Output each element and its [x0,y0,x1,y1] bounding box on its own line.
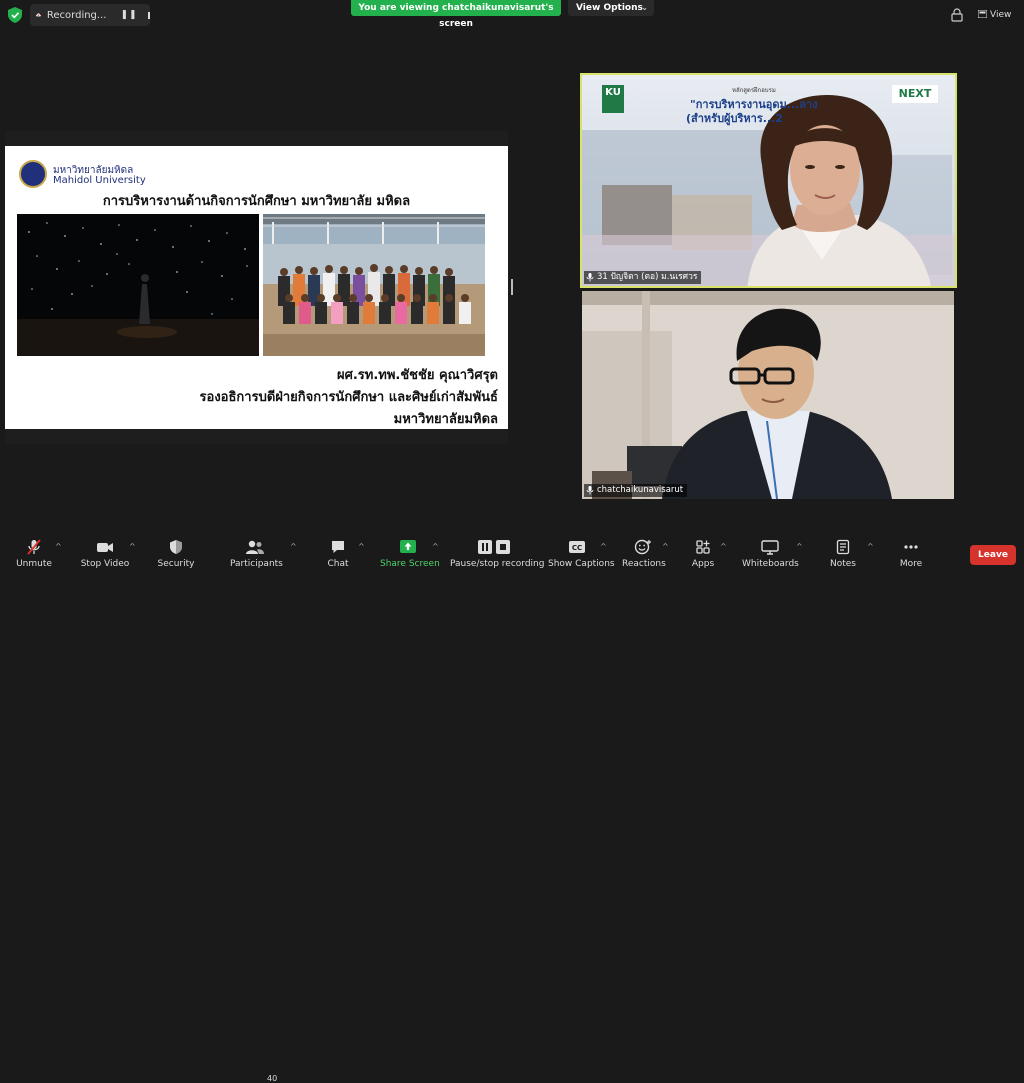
notes-label: Notes [830,559,856,569]
ku-logo-text: KU [605,87,621,98]
mahidol-logo [19,160,47,188]
encryption-icon[interactable] [950,8,964,22]
share-screen-button[interactable]: Share Screen [380,539,440,569]
captions-icon: CC [569,541,585,553]
security-button[interactable]: Security [156,539,196,569]
audio-options-caret[interactable]: ^ [55,542,62,551]
pause-recording-icon[interactable]: ❚❚ [120,10,137,20]
more-dots-icon [904,545,918,549]
security-shield-icon [170,540,182,554]
apps-icon [696,540,710,554]
presenter-role: รองอธิการบดีฝ่ายกิจการนักศึกษา และศิษย์เ… [199,390,498,405]
view-label: View [990,10,1012,20]
slide-content: มหาวิทยาลัยมหิดล Mahidol University การบ… [5,146,508,429]
show-captions-button[interactable]: CC Show Captions [548,539,615,569]
stop-video-label: Stop Video [80,559,130,569]
notes-button[interactable]: Notes [828,539,858,569]
share-screen-icon [400,540,416,553]
svg-text:CC: CC [572,544,582,552]
participants-icon [246,540,264,554]
resize-handle[interactable] [511,279,513,295]
view-options-button[interactable]: View Options ⌄ [568,0,654,16]
pause-stop-icon [478,540,510,554]
participants-label: Participants [230,559,283,569]
recording-label: Recording... [46,9,107,21]
share-screen-label: Share Screen [380,559,440,569]
next-logo: NEXT [892,85,938,103]
background-caption: หลักสูตรฝึกอบรม [732,87,776,94]
more-label: More [899,559,923,569]
video-camera-icon [97,543,113,552]
recording-cloud-icon [36,13,41,17]
chat-options-caret[interactable]: ^ [358,542,365,551]
group-photo [263,214,485,356]
top-bar: Recording... ❚❚ You are viewing chatchai… [0,0,1024,30]
microphone-muted-icon [27,539,41,555]
reactions-label: Reactions [622,559,666,569]
apps-button[interactable]: Apps [690,539,716,569]
participant-video-2[interactable]: chatchaikunavisarut [582,291,954,499]
microphone-icon [586,273,594,282]
notes-icon [836,539,850,555]
show-captions-label: Show Captions [548,559,615,569]
microphone-icon [586,486,594,495]
meeting-toolbar: Unmute ^ Stop Video ^ Security Participa… [0,532,1024,1083]
next-logo-text: NEXT [898,87,932,100]
grid-icon [977,9,988,19]
ku-logo: KU [602,85,624,113]
shield-icon[interactable] [8,7,22,23]
presenter-name: ผศ.รท.ทพ.ชัชชัย คุณาวิศรุต [336,368,498,383]
chat-button[interactable]: Chat [324,539,352,569]
notes-options-caret[interactable]: ^ [867,542,874,551]
security-label: Security [157,559,195,569]
background-title-2: (สำหรับผู้บริหาร...2 [686,112,783,125]
chevron-down-icon: ⌄ [641,3,648,12]
reactions-options-caret[interactable]: ^ [662,542,669,551]
participant-1-name: 31 ปัญจิตา (ตอ) ม.นเรศวร [597,272,698,282]
view-button[interactable]: View [977,6,1016,24]
participants-count: 40 [267,1074,278,1083]
chat-label: Chat [327,559,349,569]
presenter-organization: มหาวิทยาลัยมหิดล [393,412,498,427]
slide-title: การบริหารงานด้านกิจการนักศึกษา มหาวิทยาล… [102,194,411,209]
whiteboards-label: Whiteboards [742,559,799,569]
logo-english-text: Mahidol University [53,175,146,186]
view-options-label: View Options [576,3,643,13]
participant-2-name: chatchaikunavisarut [597,485,684,495]
unmute-label: Unmute [16,559,52,569]
share-options-caret[interactable]: ^ [432,542,439,551]
video-options-caret[interactable]: ^ [129,542,136,551]
chat-icon [332,541,344,553]
participants-button[interactable]: Participants [230,539,283,569]
emoji-icon [634,539,651,555]
apps-options-caret[interactable]: ^ [720,542,727,551]
pause-recording-label: Pause/stop recording [450,559,545,569]
more-button[interactable]: More [896,539,926,569]
whiteboards-button[interactable]: Whiteboards [742,539,799,569]
night-event-photo [17,214,259,356]
reactions-button[interactable]: Reactions [622,539,666,569]
recording-indicator[interactable]: Recording... ❚❚ [30,4,150,26]
captions-options-caret[interactable]: ^ [600,542,607,551]
shared-screen[interactable]: มหาวิทยาลัยมหิดล Mahidol University การบ… [5,131,508,444]
participant-video-1[interactable]: KU หลักสูตรฝึกอบรม "การบริหารงานอุดม...ล… [580,73,957,288]
stop-video-button[interactable]: Stop Video [80,539,130,569]
apps-label: Apps [691,559,715,569]
participant-name-tag: 31 ปัญจิตา (ตอ) ม.นเรศวร [584,271,702,284]
unmute-button[interactable]: Unmute [14,539,54,569]
pause-stop-recording-button[interactable]: Pause/stop recording [450,539,544,569]
stop-recording-icon[interactable] [147,11,150,19]
participants-options-caret[interactable]: ^ [290,542,297,551]
whiteboards-options-caret[interactable]: ^ [796,542,803,551]
leave-button[interactable]: Leave [970,545,1016,565]
whiteboard-icon [761,540,779,555]
participant-name-tag: chatchaikunavisarut [584,484,688,497]
viewing-banner: You are viewing chatchaikunavisarut's sc… [351,0,561,29]
